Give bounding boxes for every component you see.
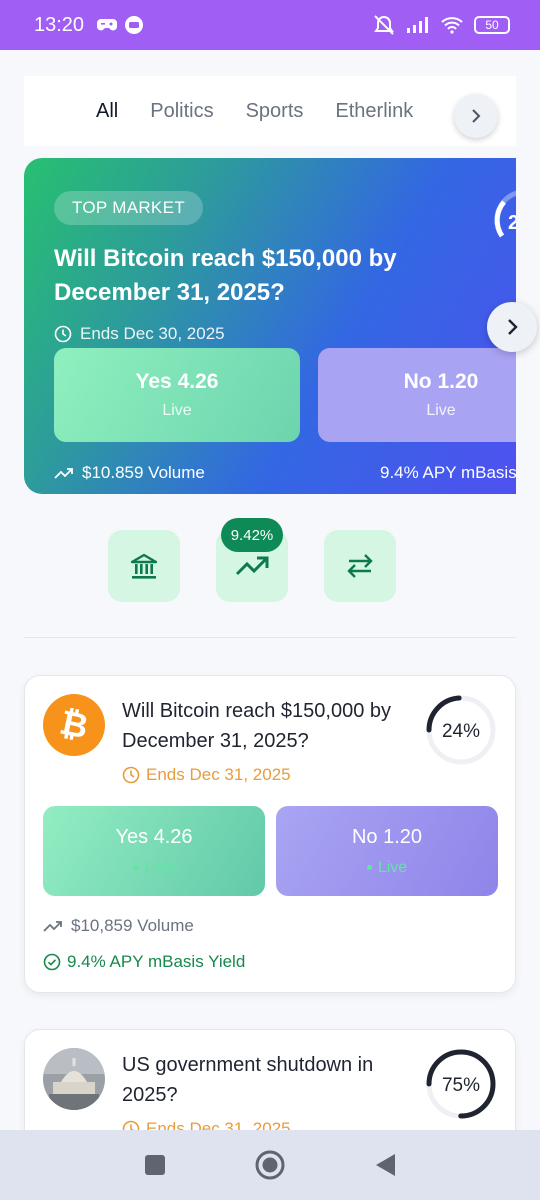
- no-live-label: Live: [426, 402, 456, 419]
- market-volume: $10,859 Volume: [43, 916, 194, 936]
- battery-indicator: 50: [474, 16, 510, 34]
- market-card[interactable]: ₿ Will Bitcoin reach $150,000 by Decembe…: [24, 675, 516, 993]
- capitol-image: [43, 1048, 105, 1110]
- market-yes-button[interactable]: Yes 4.26 Live: [43, 806, 265, 896]
- svg-text:₿: ₿: [57, 705, 91, 745]
- tab-politics[interactable]: Politics: [150, 100, 213, 123]
- probability-label: 24%: [442, 721, 480, 742]
- yield-badge: 9.42%: [221, 518, 283, 552]
- status-time: 13:20: [34, 13, 85, 36]
- bitcoin-icon: ₿: [43, 694, 105, 756]
- gauge-value: 2: [508, 212, 516, 234]
- signal-icon: [407, 17, 428, 33]
- chevron-right-icon: [472, 109, 481, 123]
- top-market-title: Will Bitcoin reach $150,000 by December …: [54, 245, 397, 306]
- top-market-card[interactable]: TOP MARKET Will Bitcoin reach $150,000 b…: [24, 158, 516, 494]
- recents-button[interactable]: [143, 1153, 167, 1177]
- yes-odds-label: Yes 4.26: [115, 825, 193, 848]
- probability-label: 75%: [442, 1075, 480, 1096]
- probability-ring: 75%: [426, 1049, 496, 1119]
- live-dot: [133, 865, 139, 870]
- top-market-volume: $10.859 Volume: [54, 463, 205, 483]
- market-end-date: Ends Dec 31, 2025: [122, 765, 291, 785]
- top-market-no-button[interactable]: No 1.20 Live: [318, 348, 516, 442]
- top-market-end-date: Ends Dec 30, 2025: [54, 324, 225, 344]
- probability-gauge: 2: [494, 190, 516, 238]
- category-tabs: All Politics Sports Etherlink: [24, 76, 516, 146]
- top-market-badge: TOP MARKET: [54, 191, 203, 225]
- probability-ring: 24%: [426, 695, 496, 765]
- wifi-icon: [441, 17, 463, 34]
- system-nav-bar: [0, 1130, 540, 1200]
- swap-icon: [347, 554, 373, 578]
- tab-sports[interactable]: Sports: [246, 100, 304, 123]
- status-bar: 13:20 50: [0, 0, 540, 50]
- market-apy-text: 9.4% APY mBasis Yield: [67, 952, 246, 971]
- market-end-text: Ends Dec 31, 2025: [146, 765, 291, 784]
- swap-action-button[interactable]: [324, 530, 396, 602]
- yes-live-label: Live: [144, 858, 175, 876]
- tab-etherlink[interactable]: Etherlink: [335, 100, 413, 123]
- home-button[interactable]: [254, 1149, 286, 1181]
- tabs-scroll-right-button[interactable]: [454, 94, 498, 138]
- top-market-volume-text: $10.859 Volume: [82, 463, 205, 482]
- tab-all[interactable]: All: [96, 100, 118, 123]
- live-dot: [366, 865, 372, 870]
- trending-up-icon: [235, 556, 269, 576]
- market-question: Will Bitcoin reach $150,000 by December …: [122, 700, 392, 752]
- bank-icon: [130, 553, 158, 579]
- message-app-icon: [125, 16, 144, 34]
- market-volume-text: $10,859 Volume: [71, 916, 194, 935]
- no-odds-label: No 1.20: [403, 370, 479, 393]
- chevron-right-icon: [508, 319, 518, 335]
- no-live-label: Live: [377, 858, 408, 876]
- gamepad-icon: [97, 19, 118, 31]
- yes-live-label: Live: [162, 402, 192, 419]
- clock-icon: [122, 766, 140, 784]
- back-button[interactable]: [373, 1152, 397, 1178]
- market-apy: 9.4% APY mBasis Yield: [43, 952, 245, 972]
- mute-icon: [374, 15, 394, 35]
- carousel-next-button[interactable]: [487, 302, 537, 352]
- trending-up-icon: [54, 468, 73, 479]
- top-market-yes-button[interactable]: Yes 4.26 Live: [54, 348, 300, 442]
- market-no-button[interactable]: No 1.20 Live: [276, 806, 498, 896]
- check-circle-icon: [43, 953, 61, 971]
- section-divider: [24, 637, 516, 638]
- trending-up-icon: [43, 921, 62, 932]
- top-market-apy: 9.4% APY mBasis: [380, 463, 516, 482]
- no-odds-label: No 1.20: [351, 825, 423, 848]
- yes-odds-label: Yes 4.26: [135, 370, 219, 393]
- top-market-end-text: Ends Dec 30, 2025: [80, 324, 225, 343]
- bank-action-button[interactable]: [108, 530, 180, 602]
- clock-icon: [54, 325, 72, 343]
- market-question: US government shutdown in 2025?: [122, 1054, 374, 1106]
